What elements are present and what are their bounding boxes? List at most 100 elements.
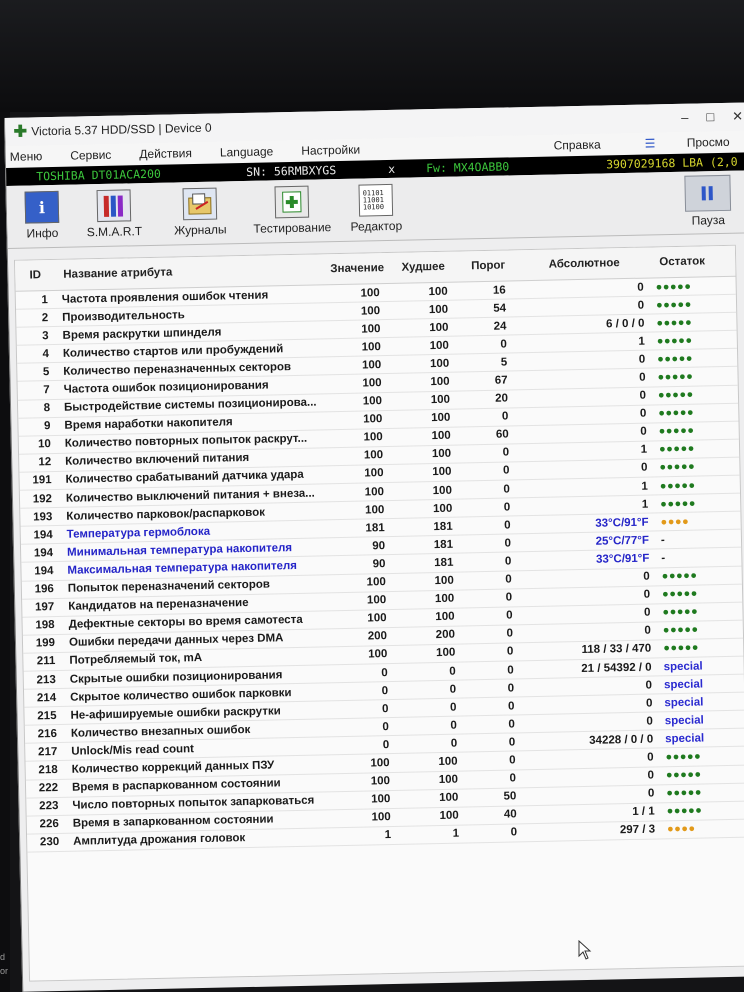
cell-remaining: ●●●●● xyxy=(661,587,698,601)
cell-absolute: 25°C/77°F xyxy=(595,534,650,548)
menu-item-menu[interactable]: Меню xyxy=(10,149,43,164)
pause-button[interactable]: Пауза xyxy=(682,174,733,228)
monitor-bezel-top xyxy=(0,0,744,112)
cell-value: 100 xyxy=(364,467,384,481)
cell-value: 0 xyxy=(381,702,389,715)
cell-id: 215 xyxy=(37,709,57,723)
cell-id: 1 xyxy=(41,293,48,306)
cell-remaining: ●●●●● xyxy=(657,388,694,402)
cell-id: 194 xyxy=(33,546,54,560)
menu-item-view-label: Просмо xyxy=(686,134,730,150)
svg-text:i: i xyxy=(39,198,45,217)
logs-button[interactable]: Журналы xyxy=(165,187,236,242)
cell-value: 100 xyxy=(361,322,381,336)
menu-item-settings[interactable]: Настройки xyxy=(301,143,360,158)
column-header-name[interactable]: Название атрибута xyxy=(55,263,325,281)
window-controls: ‒ □ ✕ xyxy=(681,109,743,126)
cell-absolute: 33°C/91°F xyxy=(595,552,650,566)
menu-item-language[interactable]: Language xyxy=(220,144,274,159)
cell-remaining: ●●●●● xyxy=(666,804,703,818)
cell-value: 90 xyxy=(372,539,386,553)
cell-absolute: 0 xyxy=(647,751,654,764)
cell-worst: 181 xyxy=(434,556,454,570)
column-header-value[interactable]: Значение xyxy=(325,262,389,275)
cell-threshold: 60 xyxy=(495,428,509,442)
cell-attribute-name: Кандидатов на переназначение xyxy=(68,597,249,613)
cell-remaining: ●●●●● xyxy=(661,569,698,583)
cell-threshold: 40 xyxy=(503,808,517,821)
device-firmware: Fw: MX4OABB0 xyxy=(425,159,510,176)
cell-value: 100 xyxy=(361,359,382,372)
column-header-worst[interactable]: Худшее xyxy=(389,261,457,274)
cell-attribute-name: Минимальная температура накопителя xyxy=(66,541,293,559)
cell-remaining: ●●●● xyxy=(666,823,696,836)
cell-id: 4 xyxy=(42,347,50,361)
cell-value: 100 xyxy=(367,612,387,625)
test-button[interactable]: Тестирование xyxy=(246,185,337,241)
smart-table: ID Название атрибута Значение Худшее Пор… xyxy=(13,244,744,982)
cell-value: 200 xyxy=(367,630,388,643)
cell-value: 100 xyxy=(364,485,385,499)
cell-value: 100 xyxy=(366,594,387,607)
cell-attribute-name: Попыток переназначений секторов xyxy=(67,578,271,595)
cell-id: 7 xyxy=(43,384,50,397)
column-header-remaining[interactable]: Остаток xyxy=(649,255,715,268)
cell-value: 90 xyxy=(372,558,386,571)
menu-item-service[interactable]: Сервис xyxy=(70,148,111,163)
cell-threshold: 0 xyxy=(507,682,515,695)
cell-value: 1 xyxy=(384,829,392,842)
cell-id: 9 xyxy=(43,420,51,433)
cell-attribute-name: Время наработки накопителя xyxy=(64,416,233,433)
cell-worst: 0 xyxy=(449,701,457,714)
minimize-icon[interactable]: ‒ xyxy=(681,110,689,126)
cell-worst: 100 xyxy=(438,773,459,787)
cell-worst: 0 xyxy=(449,665,456,678)
cell-remaining: special xyxy=(663,660,703,673)
cell-absolute: 0 xyxy=(647,787,655,800)
cell-attribute-name: Время в распаркованном состоянии xyxy=(71,777,281,794)
cell-worst: 100 xyxy=(428,285,448,298)
cell-value: 100 xyxy=(371,793,391,806)
cell-absolute: 297 / 3 xyxy=(619,823,656,837)
cell-id: 8 xyxy=(43,402,51,415)
smart-button-label: S.M.A.R.T xyxy=(86,224,143,240)
cell-value: 100 xyxy=(362,395,383,408)
test-button-label: Тестирование xyxy=(253,220,332,236)
cell-attribute-name: Количество включений питания xyxy=(65,452,250,469)
maximize-icon[interactable]: □ xyxy=(706,109,714,125)
info-button[interactable]: i Инфо xyxy=(7,190,78,245)
cell-remaining: ●●●●● xyxy=(659,479,696,492)
menu-item-actions[interactable]: Действия xyxy=(139,146,192,161)
cell-absolute: 1 xyxy=(638,335,645,348)
cell-worst: 100 xyxy=(439,791,459,805)
cell-remaining: ●●●●● xyxy=(659,461,696,474)
cell-worst: 100 xyxy=(428,303,449,316)
cell-id: 199 xyxy=(35,637,56,650)
close-icon[interactable]: ✕ xyxy=(732,109,743,125)
cell-attribute-name: Температура гермоблока xyxy=(66,525,211,541)
cell-threshold: 0 xyxy=(508,736,516,749)
victoria-window: ✚ Victoria 5.37 HDD/SSD | Device 0 ‒ □ ✕… xyxy=(4,102,744,992)
cell-attribute-name: Время раскрутки шпинделя xyxy=(62,326,222,342)
cell-remaining: ●●●●● xyxy=(655,280,692,293)
menu-item-help[interactable]: Справка xyxy=(553,138,600,153)
cell-threshold: 0 xyxy=(503,483,511,496)
cell-threshold: 24 xyxy=(493,320,507,333)
cell-value: 100 xyxy=(368,648,388,661)
column-header-id[interactable]: ID xyxy=(15,269,55,282)
cell-threshold: 0 xyxy=(509,772,517,785)
cell-value: 0 xyxy=(381,666,388,679)
menu-item-view[interactable]: ☰ Просмо xyxy=(641,134,744,151)
view-icon: ☰ xyxy=(644,136,659,151)
cell-worst: 1 xyxy=(452,827,460,841)
smart-button[interactable]: S.M.A.R.T xyxy=(79,189,150,244)
column-header-absolute[interactable]: Абсолютное xyxy=(519,257,649,272)
cell-threshold: 16 xyxy=(492,284,506,297)
editor-button[interactable]: 01101 11001 10100 Редактор xyxy=(340,183,411,239)
cell-id: 223 xyxy=(39,800,59,813)
cell-worst: 0 xyxy=(450,719,457,732)
pause-icon xyxy=(684,174,732,212)
window-title: Victoria 5.37 HDD/SSD | Device 0 xyxy=(31,120,212,139)
column-header-threshold[interactable]: Порог xyxy=(457,259,519,273)
logs-button-label: Журналы xyxy=(174,222,227,238)
